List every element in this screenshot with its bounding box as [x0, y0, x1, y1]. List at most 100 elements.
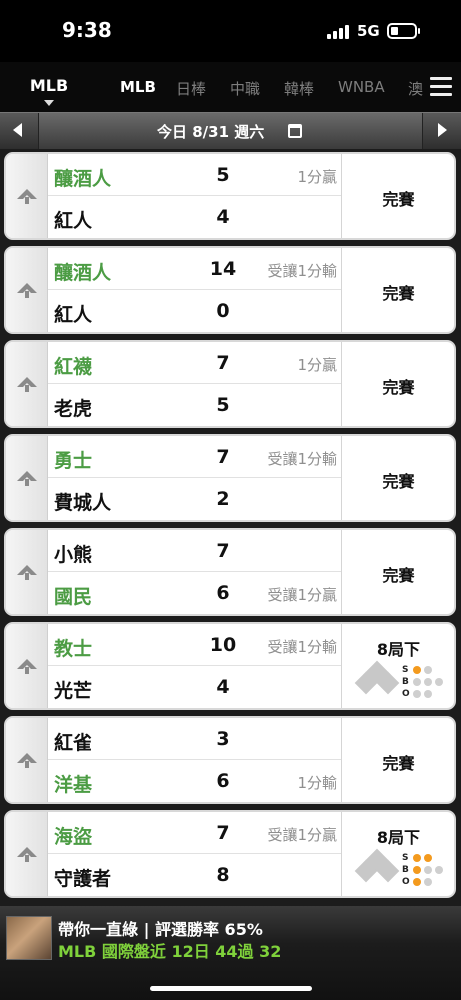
- team-row: 紅人 4: [48, 196, 341, 238]
- bet-result: 1分贏: [297, 168, 337, 186]
- team-name: 老虎: [54, 398, 93, 420]
- calendar-icon: [288, 124, 302, 138]
- final-label: 完賽: [382, 566, 415, 585]
- base-diamond-icon: [354, 848, 400, 886]
- team-name: 洋基: [54, 774, 93, 796]
- team-name: 國民: [54, 586, 93, 608]
- sbo-label: O: [402, 877, 410, 887]
- team-name: 教士: [54, 638, 93, 660]
- team-name: 紅雀: [54, 732, 93, 754]
- game-status: 完賽: [341, 436, 454, 520]
- clock: 9:38: [62, 18, 112, 42]
- team-name: 海盜: [54, 826, 93, 848]
- game-card[interactable]: 教士 10 受讓1分輸 光芒 4 8局下 S B O: [4, 622, 456, 710]
- team-score: 2: [216, 488, 230, 510]
- game-list: 釀酒人 5 1分贏 紅人 4 完賽 釀酒人 14 受讓1分輸 紅人 0 完賽 紅襪 7 1分贏 老虎 5 完賽 勇士…: [0, 149, 461, 906]
- date-picker[interactable]: 今日 8/31 週六: [38, 113, 423, 150]
- game-card[interactable]: 勇士 7 受讓1分輸 費城人 2 完賽: [4, 434, 456, 522]
- bet-result: 受讓1分贏: [267, 586, 337, 604]
- count-dot: [424, 866, 432, 874]
- previous-day-arrow-icon[interactable]: [13, 123, 22, 137]
- tab-npb[interactable]: 日棒: [176, 78, 206, 99]
- team-row: 光芒 4: [48, 666, 341, 708]
- count-dot: [413, 690, 421, 698]
- inning-label: 8局下: [376, 828, 421, 847]
- team-score: 10: [209, 634, 237, 656]
- team-name: 守護者: [54, 868, 112, 890]
- final-label: 完賽: [382, 472, 415, 491]
- tab-wnba[interactable]: WNBA: [338, 78, 385, 96]
- game-status: 完賽: [341, 248, 454, 332]
- expand-arrow-icon[interactable]: [6, 812, 48, 896]
- count-dot: [424, 666, 432, 674]
- team-score: 3: [216, 728, 230, 750]
- tab-kbo[interactable]: 韓棒: [284, 78, 314, 99]
- team-score: 7: [216, 822, 230, 844]
- expand-arrow-icon[interactable]: [6, 342, 48, 426]
- final-label: 完賽: [382, 378, 415, 397]
- home-indicator: [150, 986, 312, 991]
- count-dot: [413, 854, 421, 862]
- status-bar: 9:38 5G: [0, 0, 461, 62]
- menu-icon[interactable]: [430, 77, 452, 97]
- team-score: 4: [216, 206, 230, 228]
- team-name: 費城人: [54, 492, 112, 514]
- game-card[interactable]: 小熊 7 國民 6 受讓1分贏 完賽: [4, 528, 456, 616]
- final-label: 完賽: [382, 190, 415, 209]
- count-dot: [424, 690, 432, 698]
- team-name: 釀酒人: [54, 262, 112, 284]
- expand-arrow-icon[interactable]: [6, 718, 48, 802]
- league-selector-label: MLB: [29, 76, 69, 95]
- sbo-indicator: SBO: [402, 852, 443, 888]
- team-row: 守護者 8: [48, 854, 341, 896]
- team-score: 5: [216, 394, 230, 416]
- network-label: 5G: [357, 22, 380, 40]
- date-bar: 今日 8/31 週六: [0, 112, 461, 150]
- team-row: 釀酒人 14 受讓1分輸: [48, 248, 341, 290]
- count-dot: [435, 678, 443, 686]
- team-score: 7: [216, 540, 230, 562]
- team-row: 海盜 7 受讓1分贏: [48, 812, 341, 854]
- league-tab-bar: MLB MLB 日棒 中職 韓棒 WNBA 澳: [0, 62, 461, 112]
- battery-icon: [387, 23, 420, 39]
- team-row: 小熊 7: [48, 530, 341, 572]
- dropdown-caret-icon: [44, 100, 54, 106]
- team-row: 紅人 0: [48, 290, 341, 332]
- expand-arrow-icon[interactable]: [6, 530, 48, 614]
- team-score: 6: [216, 582, 230, 604]
- count-dot: [413, 866, 421, 874]
- team-name: 釀酒人: [54, 168, 112, 190]
- game-card[interactable]: 釀酒人 5 1分贏 紅人 4 完賽: [4, 152, 456, 240]
- count-dot: [413, 678, 421, 686]
- game-status: 完賽: [341, 154, 454, 238]
- bet-result: 1分贏: [297, 356, 337, 374]
- expand-arrow-icon[interactable]: [6, 436, 48, 520]
- avatar: [6, 916, 52, 960]
- next-day-arrow-icon[interactable]: [438, 123, 447, 137]
- expand-arrow-icon[interactable]: [6, 624, 48, 708]
- game-card[interactable]: 紅襪 7 1分贏 老虎 5 完賽: [4, 340, 456, 428]
- count-dot: [413, 878, 421, 886]
- tab-australia[interactable]: 澳: [408, 78, 423, 99]
- banner-record: MLB 國際盤近 12日 44過 32: [58, 942, 282, 961]
- signal-icon: [327, 25, 349, 39]
- expand-arrow-icon[interactable]: [6, 248, 48, 332]
- sbo-label: B: [402, 865, 409, 875]
- game-card[interactable]: 紅雀 3 洋基 6 1分輸 完賽: [4, 716, 456, 804]
- sbo-label: S: [402, 665, 409, 675]
- team-name: 光芒: [54, 680, 93, 702]
- game-status: 完賽: [341, 718, 454, 802]
- game-card[interactable]: 海盜 7 受讓1分贏 守護者 8 8局下 S B O: [4, 810, 456, 898]
- league-selector[interactable]: MLB: [14, 76, 84, 106]
- team-row: 費城人 2: [48, 478, 341, 520]
- count-dot: [413, 666, 421, 674]
- tab-cpbl[interactable]: 中職: [230, 78, 260, 99]
- team-score: 7: [216, 352, 230, 374]
- tab-mlb[interactable]: MLB: [120, 78, 156, 96]
- team-score: 6: [216, 770, 230, 792]
- game-card[interactable]: 釀酒人 14 受讓1分輸 紅人 0 完賽: [4, 246, 456, 334]
- date-label: 今日 8/31 週六: [157, 123, 265, 141]
- expand-arrow-icon[interactable]: [6, 154, 48, 238]
- count-dot: [424, 854, 432, 862]
- game-status: 8局下 S B O: [341, 812, 454, 896]
